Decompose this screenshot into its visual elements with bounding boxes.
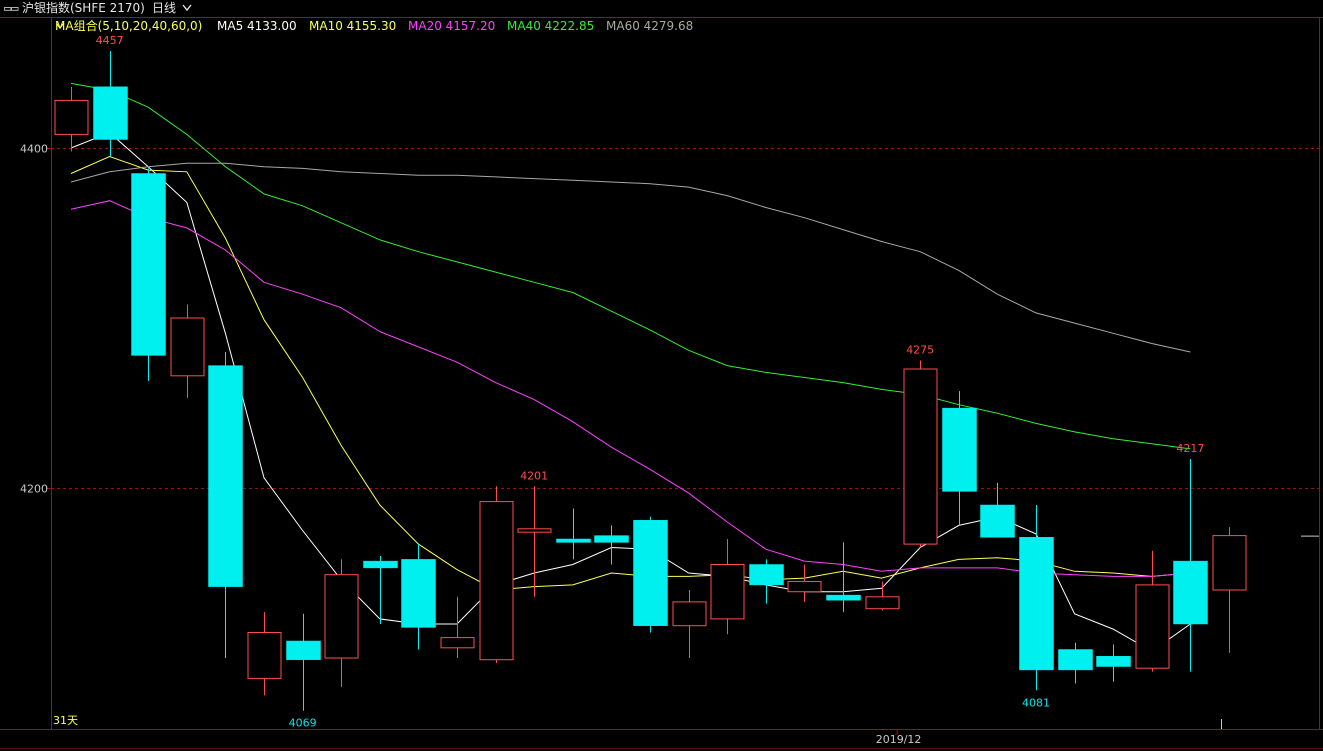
- candle-body-down: [1019, 537, 1054, 671]
- candle: [1058, 642, 1093, 684]
- candle: [672, 590, 707, 658]
- candle: [556, 508, 591, 560]
- x-tick-label: 2019/12: [876, 733, 922, 746]
- candle-body-up: [170, 317, 205, 377]
- candlestick-chart[interactable]: 4200 4400 4457 4069 4201 4275 4081 4217 31天 201…: [0, 0, 1323, 751]
- candle: [286, 613, 321, 711]
- candle: [170, 304, 205, 398]
- candle: [749, 559, 784, 604]
- annotation-high: 4275: [906, 344, 934, 357]
- candle-body-down: [942, 407, 977, 492]
- candle-body-down: [363, 560, 398, 569]
- candle: [1135, 550, 1170, 672]
- candle-body-down: [131, 173, 166, 356]
- candle-body-up: [1135, 584, 1170, 669]
- candle: [594, 525, 629, 565]
- candle: [401, 544, 436, 650]
- candle-body-up: [865, 596, 900, 610]
- time-axis: 2019/12: [876, 719, 1222, 746]
- candle-body-up: [787, 581, 822, 593]
- candle: [363, 556, 398, 624]
- candle: [865, 581, 900, 611]
- candle-body-up: [710, 564, 745, 620]
- candle-body-down: [1058, 649, 1093, 671]
- candle: [54, 86, 89, 152]
- candle-body-up: [54, 99, 89, 135]
- candle-body-down: [93, 86, 128, 140]
- candle-body-up: [1212, 535, 1247, 591]
- candle-body-down: [633, 520, 668, 626]
- candle: [1173, 459, 1208, 672]
- candle-body-down: [749, 564, 784, 586]
- candle-body-down: [594, 535, 629, 543]
- candle: [208, 352, 243, 658]
- candle: [633, 516, 668, 633]
- bars-count-label: 31天: [53, 714, 78, 727]
- annotation-low: 4069: [289, 717, 317, 730]
- candle: [942, 391, 977, 526]
- annotation-high: 4457: [96, 34, 124, 47]
- candle: [517, 486, 552, 597]
- candle-body-down: [286, 640, 321, 660]
- candle-body-up: [440, 637, 475, 649]
- candle: [440, 596, 475, 658]
- candle: [131, 168, 166, 381]
- candle-body-down: [1096, 656, 1131, 667]
- candle: [93, 51, 128, 157]
- annotation-high: 4217: [1176, 442, 1204, 455]
- candle-body-up: [324, 574, 359, 659]
- y-tick-label-4400: 4400: [20, 143, 48, 156]
- candle-body-down: [401, 559, 436, 628]
- candle-body-down: [208, 365, 243, 587]
- candle: [479, 486, 514, 664]
- candle: [1019, 505, 1054, 691]
- chart-frame: [0, 17, 1323, 749]
- candle: [903, 360, 938, 548]
- candle: [710, 539, 745, 635]
- candle: [787, 564, 822, 602]
- candle: [1096, 644, 1131, 682]
- annotation-high: 4201: [520, 469, 548, 482]
- candle-body-down: [1173, 560, 1208, 625]
- candle-body-up: [672, 601, 707, 627]
- candle-body-down: [826, 594, 861, 601]
- ma-line-ma60: [70, 162, 1191, 353]
- candle-body-down: [980, 504, 1015, 538]
- candle: [247, 612, 282, 696]
- y-tick-label-4200: 4200: [20, 483, 48, 496]
- candle-body-up: [517, 528, 552, 533]
- candles: [54, 51, 1319, 711]
- candle-body-up: [479, 501, 514, 661]
- candle: [1212, 527, 1247, 653]
- candle: [826, 542, 861, 613]
- candle-body-up: [903, 368, 938, 545]
- annotation-low: 4081: [1022, 696, 1050, 709]
- price-axis: 4200 4400: [20, 143, 51, 496]
- candle: [324, 559, 359, 687]
- candle-body-down: [556, 538, 591, 543]
- candle-body-up: [247, 632, 282, 679]
- candle: [980, 482, 1015, 538]
